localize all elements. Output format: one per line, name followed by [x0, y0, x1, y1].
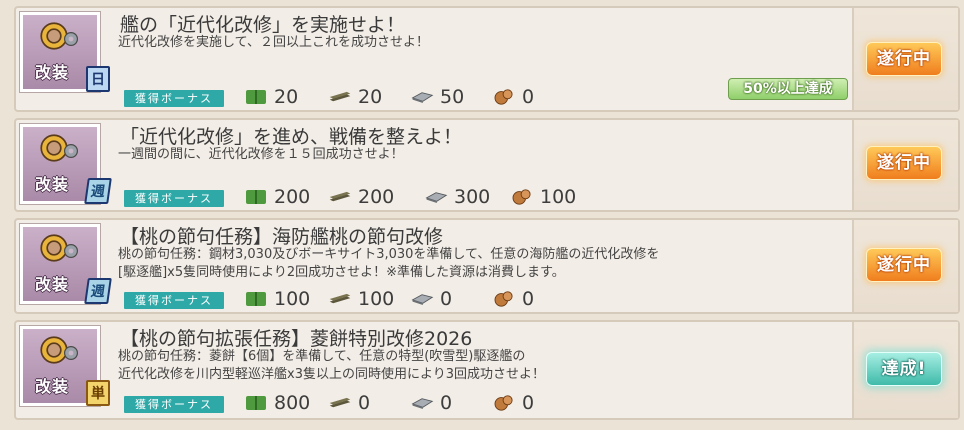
quest-row[interactable]: 改装 単 【桃の節句拡張任務】菱餅特別改修2026 桃の節句任務：菱餅【6個】を…: [14, 320, 960, 420]
quest-body: 改装 日 艦の「近代化改修」を実施せよ！ 近代化改修を実施して、２回以上これを成…: [16, 8, 856, 110]
quest-title: 【桃の節句拡張任務】菱餅特別改修2026: [120, 328, 473, 350]
status-completed-button[interactable]: 達成!: [866, 352, 942, 386]
ammo-icon: [329, 397, 351, 408]
progress-badge: 50%以上達成: [728, 78, 848, 100]
steel-reward: 50: [410, 86, 464, 108]
fuel-icon: [246, 396, 266, 410]
bauxite-reward: 0: [492, 86, 534, 108]
status-area: 達成!: [852, 322, 958, 418]
fuel-value: 200: [274, 186, 311, 208]
fuel-reward: 20: [244, 86, 298, 108]
steel-value: 0: [440, 288, 453, 310]
bauxite-icon: [512, 189, 531, 205]
steel-icon: [411, 398, 434, 409]
status-area: 遂行中: [852, 8, 958, 110]
bonus-tag: 獲得ボーナス: [124, 190, 224, 207]
description-line: 桃の節句任務：鋼材3,030及びボーキサイト3,030を準備して、任意の海防艦の…: [118, 247, 660, 262]
ammo-value: 200: [358, 186, 395, 208]
status-in-progress-button[interactable]: 遂行中: [866, 146, 942, 180]
bauxite-icon: [494, 395, 513, 411]
status-in-progress-button[interactable]: 遂行中: [866, 248, 942, 282]
bauxite-reward: 0: [492, 392, 534, 414]
fuel-reward: 800: [244, 392, 310, 414]
small-gear-icon: [64, 244, 78, 258]
bauxite-value: 0: [522, 392, 535, 414]
quest-body: 改装 週 【桃の節句任務】海防艦桃の節句改修 桃の節句任務：鋼材3,030及びボ…: [16, 220, 856, 312]
steel-value: 0: [440, 392, 453, 414]
description-line: [駆逐艦]x5隻同時使用により2回成功させよ！※準備した資源は消費します。: [118, 265, 565, 280]
steel-icon: [425, 192, 448, 203]
bauxite-reward: 100: [510, 186, 576, 208]
ammo-icon: [329, 191, 351, 202]
bauxite-reward: 0: [492, 288, 534, 310]
ammo-reward: 100: [328, 288, 394, 310]
category-label: 改装: [35, 275, 70, 294]
fuel-icon: [246, 90, 266, 104]
steel-reward: 0: [410, 288, 452, 310]
quest-title: 艦の「近代化改修」を実施せよ！: [120, 14, 406, 36]
quest-description: 近代化改修を実施して、２回以上これを成功させよ！: [118, 34, 429, 52]
category-label: 改装: [35, 175, 70, 194]
bonus-tag: 獲得ボーナス: [124, 292, 224, 309]
status-in-progress-button[interactable]: 遂行中: [866, 42, 942, 76]
quest-row[interactable]: 改装 週 「近代化改修」を進め、戦備を整えよ！ 一週間の間に、近代化改修を１５回…: [14, 118, 960, 212]
ammo-value: 20: [358, 86, 383, 108]
ammo-icon: [329, 293, 351, 304]
small-gear-icon: [64, 346, 78, 360]
description-line: 近代化改修を川内型軽巡洋艦x3隻以上の同時使用により3回成功させよ！: [118, 367, 545, 382]
quest-title: 「近代化改修」を進め、戦備を整えよ！: [120, 126, 463, 148]
quest-row[interactable]: 改装 日 艦の「近代化改修」を実施せよ！ 近代化改修を実施して、２回以上これを成…: [14, 6, 960, 112]
quest-type-badge: 週: [84, 178, 112, 204]
quest-description: 桃の節句任務：菱餅【6個】を準備して、任意の特型(吹雪型)駆逐艦の 近代化改修を…: [118, 348, 545, 384]
ammo-reward: 20: [328, 86, 382, 108]
bauxite-value: 0: [522, 86, 535, 108]
bauxite-icon: [494, 291, 513, 307]
ammo-value: 0: [358, 392, 371, 414]
ammo-reward: 200: [328, 186, 394, 208]
fuel-reward: 200: [244, 186, 310, 208]
quest-body: 改装 単 【桃の節句拡張任務】菱餅特別改修2026 桃の節句任務：菱餅【6個】を…: [16, 322, 856, 418]
steel-value: 50: [440, 86, 465, 108]
fuel-reward: 100: [244, 288, 310, 310]
status-area: 遂行中: [852, 120, 958, 210]
fuel-icon: [246, 190, 266, 204]
steel-reward: 300: [424, 186, 490, 208]
category-label: 改装: [35, 377, 70, 396]
description-line: 一週間の間に、近代化改修を１５回成功させよ！: [118, 147, 404, 162]
status-area: 遂行中: [852, 220, 958, 312]
quest-row[interactable]: 改装 週 【桃の節句任務】海防艦桃の節句改修 桃の節句任務：鋼材3,030及びボ…: [14, 218, 960, 314]
category-label: 改装: [35, 63, 70, 82]
bauxite-icon: [494, 89, 513, 105]
description-line: 桃の節句任務：菱餅【6個】を準備して、任意の特型(吹雪型)駆逐艦の: [118, 349, 526, 364]
bonus-tag: 獲得ボーナス: [124, 90, 224, 107]
steel-icon: [411, 294, 434, 305]
quest-body: 改装 週 「近代化改修」を進め、戦備を整えよ！ 一週間の間に、近代化改修を１５回…: [16, 120, 856, 210]
quest-type-badge: 単: [86, 380, 110, 406]
steel-reward: 0: [410, 392, 452, 414]
small-gear-icon: [64, 144, 78, 158]
bauxite-value: 0: [522, 288, 535, 310]
ammo-reward: 0: [328, 392, 370, 414]
steel-icon: [411, 92, 434, 103]
quest-description: 桃の節句任務：鋼材3,030及びボーキサイト3,030を準備して、任意の海防艦の…: [118, 246, 659, 282]
small-gear-icon: [64, 32, 78, 46]
fuel-value: 800: [274, 392, 311, 414]
fuel-value: 100: [274, 288, 311, 310]
fuel-icon: [246, 292, 266, 306]
ammo-icon: [329, 91, 351, 102]
ammo-value: 100: [358, 288, 395, 310]
quest-description: 一週間の間に、近代化改修を１５回成功させよ！: [118, 146, 404, 164]
quest-type-badge: 日: [86, 66, 110, 92]
bonus-tag: 獲得ボーナス: [124, 396, 224, 413]
quest-title: 【桃の節句任務】海防艦桃の節句改修: [120, 226, 444, 248]
steel-value: 300: [454, 186, 491, 208]
fuel-value: 20: [274, 86, 299, 108]
bauxite-value: 100: [540, 186, 577, 208]
description-line: 近代化改修を実施して、２回以上これを成功させよ！: [118, 35, 429, 50]
quest-type-badge: 週: [84, 278, 112, 304]
